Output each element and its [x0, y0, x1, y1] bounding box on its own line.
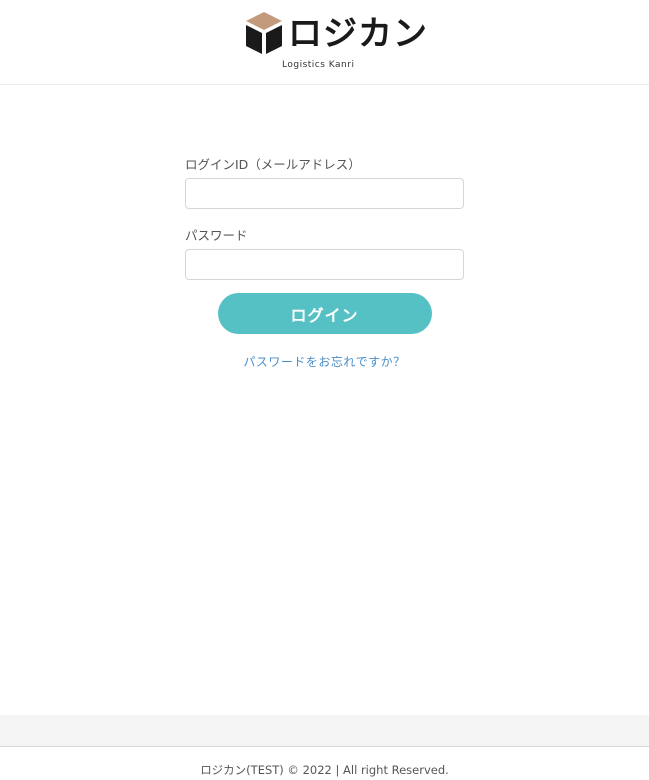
forgot-password-link[interactable]: パスワードをお忘れですか？ [185, 353, 464, 370]
logo[interactable]: ロジカン Logistics Kanri [244, 10, 427, 74]
login-id-label: ログインID（メールアドレス） [185, 157, 361, 172]
login-form: ログインID（メールアドレス） パスワード ログイン パスワードをお忘れですか？ [185, 152, 464, 370]
site-footer: ロジカン(TEST) © 2022 | All right Reserved. [0, 747, 649, 780]
footer-band [0, 715, 649, 747]
cube-logo-icon [246, 12, 282, 54]
login-button[interactable]: ログイン [217, 293, 432, 334]
brand-name: ロジカン [288, 14, 428, 54]
site-header: ロジカン Logistics Kanri [0, 0, 649, 85]
copyright-text: ロジカン(TEST) © 2022 | All right Reserved. [200, 763, 449, 777]
brand-subtitle: Logistics Kanri [282, 60, 355, 70]
password-label: パスワード [185, 228, 248, 243]
login-id-input[interactable] [185, 178, 464, 209]
password-input[interactable] [185, 249, 464, 280]
